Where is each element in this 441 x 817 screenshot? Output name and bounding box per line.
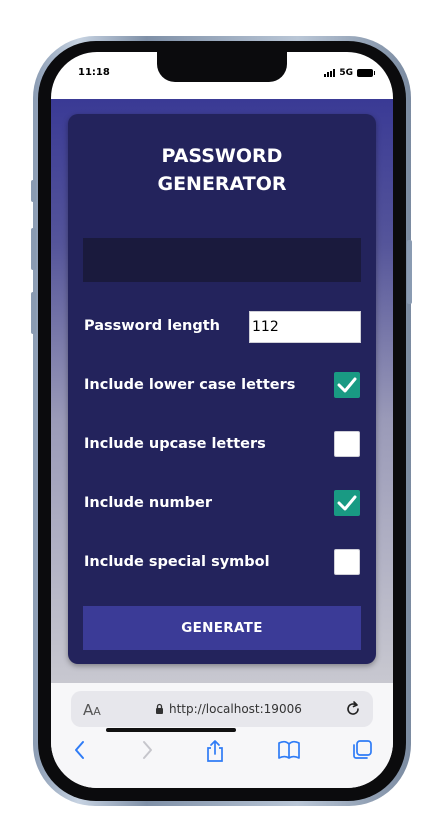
text-size-button[interactable]: AA xyxy=(83,701,101,719)
forward-icon[interactable] xyxy=(140,739,154,761)
option-lowercase-checkbox[interactable] xyxy=(334,372,360,398)
password-output[interactable] xyxy=(83,238,361,282)
status-time: 11:18 xyxy=(78,67,110,78)
network-type: 5G xyxy=(339,68,353,78)
share-icon[interactable] xyxy=(205,739,225,763)
password-length-input[interactable] xyxy=(249,311,361,343)
safari-toolbar: AA http://localhost:19006 xyxy=(51,683,393,788)
power-button xyxy=(407,240,412,304)
checkmark-icon xyxy=(337,495,357,511)
web-content: PASSWORD GENERATOR Password length Inclu… xyxy=(51,99,393,683)
notch xyxy=(157,52,287,82)
page-title: PASSWORD GENERATOR xyxy=(157,145,287,195)
volume-up-button xyxy=(31,228,36,270)
option-lowercase-label: Include lower case letters xyxy=(84,377,296,393)
address-bar[interactable]: AA http://localhost:19006 xyxy=(71,691,373,727)
option-symbol-checkbox[interactable] xyxy=(334,549,360,575)
password-length-label: Password length xyxy=(84,318,220,334)
signal-icon xyxy=(324,69,336,77)
mute-switch xyxy=(31,180,36,202)
checkmark-icon xyxy=(337,377,357,393)
battery-icon xyxy=(357,69,375,77)
volume-down-button xyxy=(31,292,36,334)
reload-icon[interactable] xyxy=(345,700,361,718)
browser-nav xyxy=(51,739,393,769)
tabs-icon[interactable] xyxy=(351,739,373,761)
option-number-checkbox[interactable] xyxy=(334,490,360,516)
option-uppercase-label: Include upcase letters xyxy=(84,436,266,452)
bookmarks-icon[interactable] xyxy=(277,739,301,761)
generator-card: PASSWORD GENERATOR Password length Inclu… xyxy=(68,114,376,664)
option-number-label: Include number xyxy=(84,495,212,511)
lock-icon xyxy=(156,703,163,714)
home-indicator xyxy=(106,728,236,732)
phone-screen: 11:18 5G PASSWORD GENERATOR Password len… xyxy=(51,52,393,788)
option-uppercase-checkbox[interactable] xyxy=(334,431,360,457)
generate-button[interactable]: GENERATE xyxy=(83,606,361,650)
status-icons: 5G xyxy=(324,68,375,78)
back-icon[interactable] xyxy=(73,739,87,761)
option-symbol-label: Include special symbol xyxy=(84,554,270,570)
url-text: http://localhost:19006 xyxy=(169,702,302,716)
